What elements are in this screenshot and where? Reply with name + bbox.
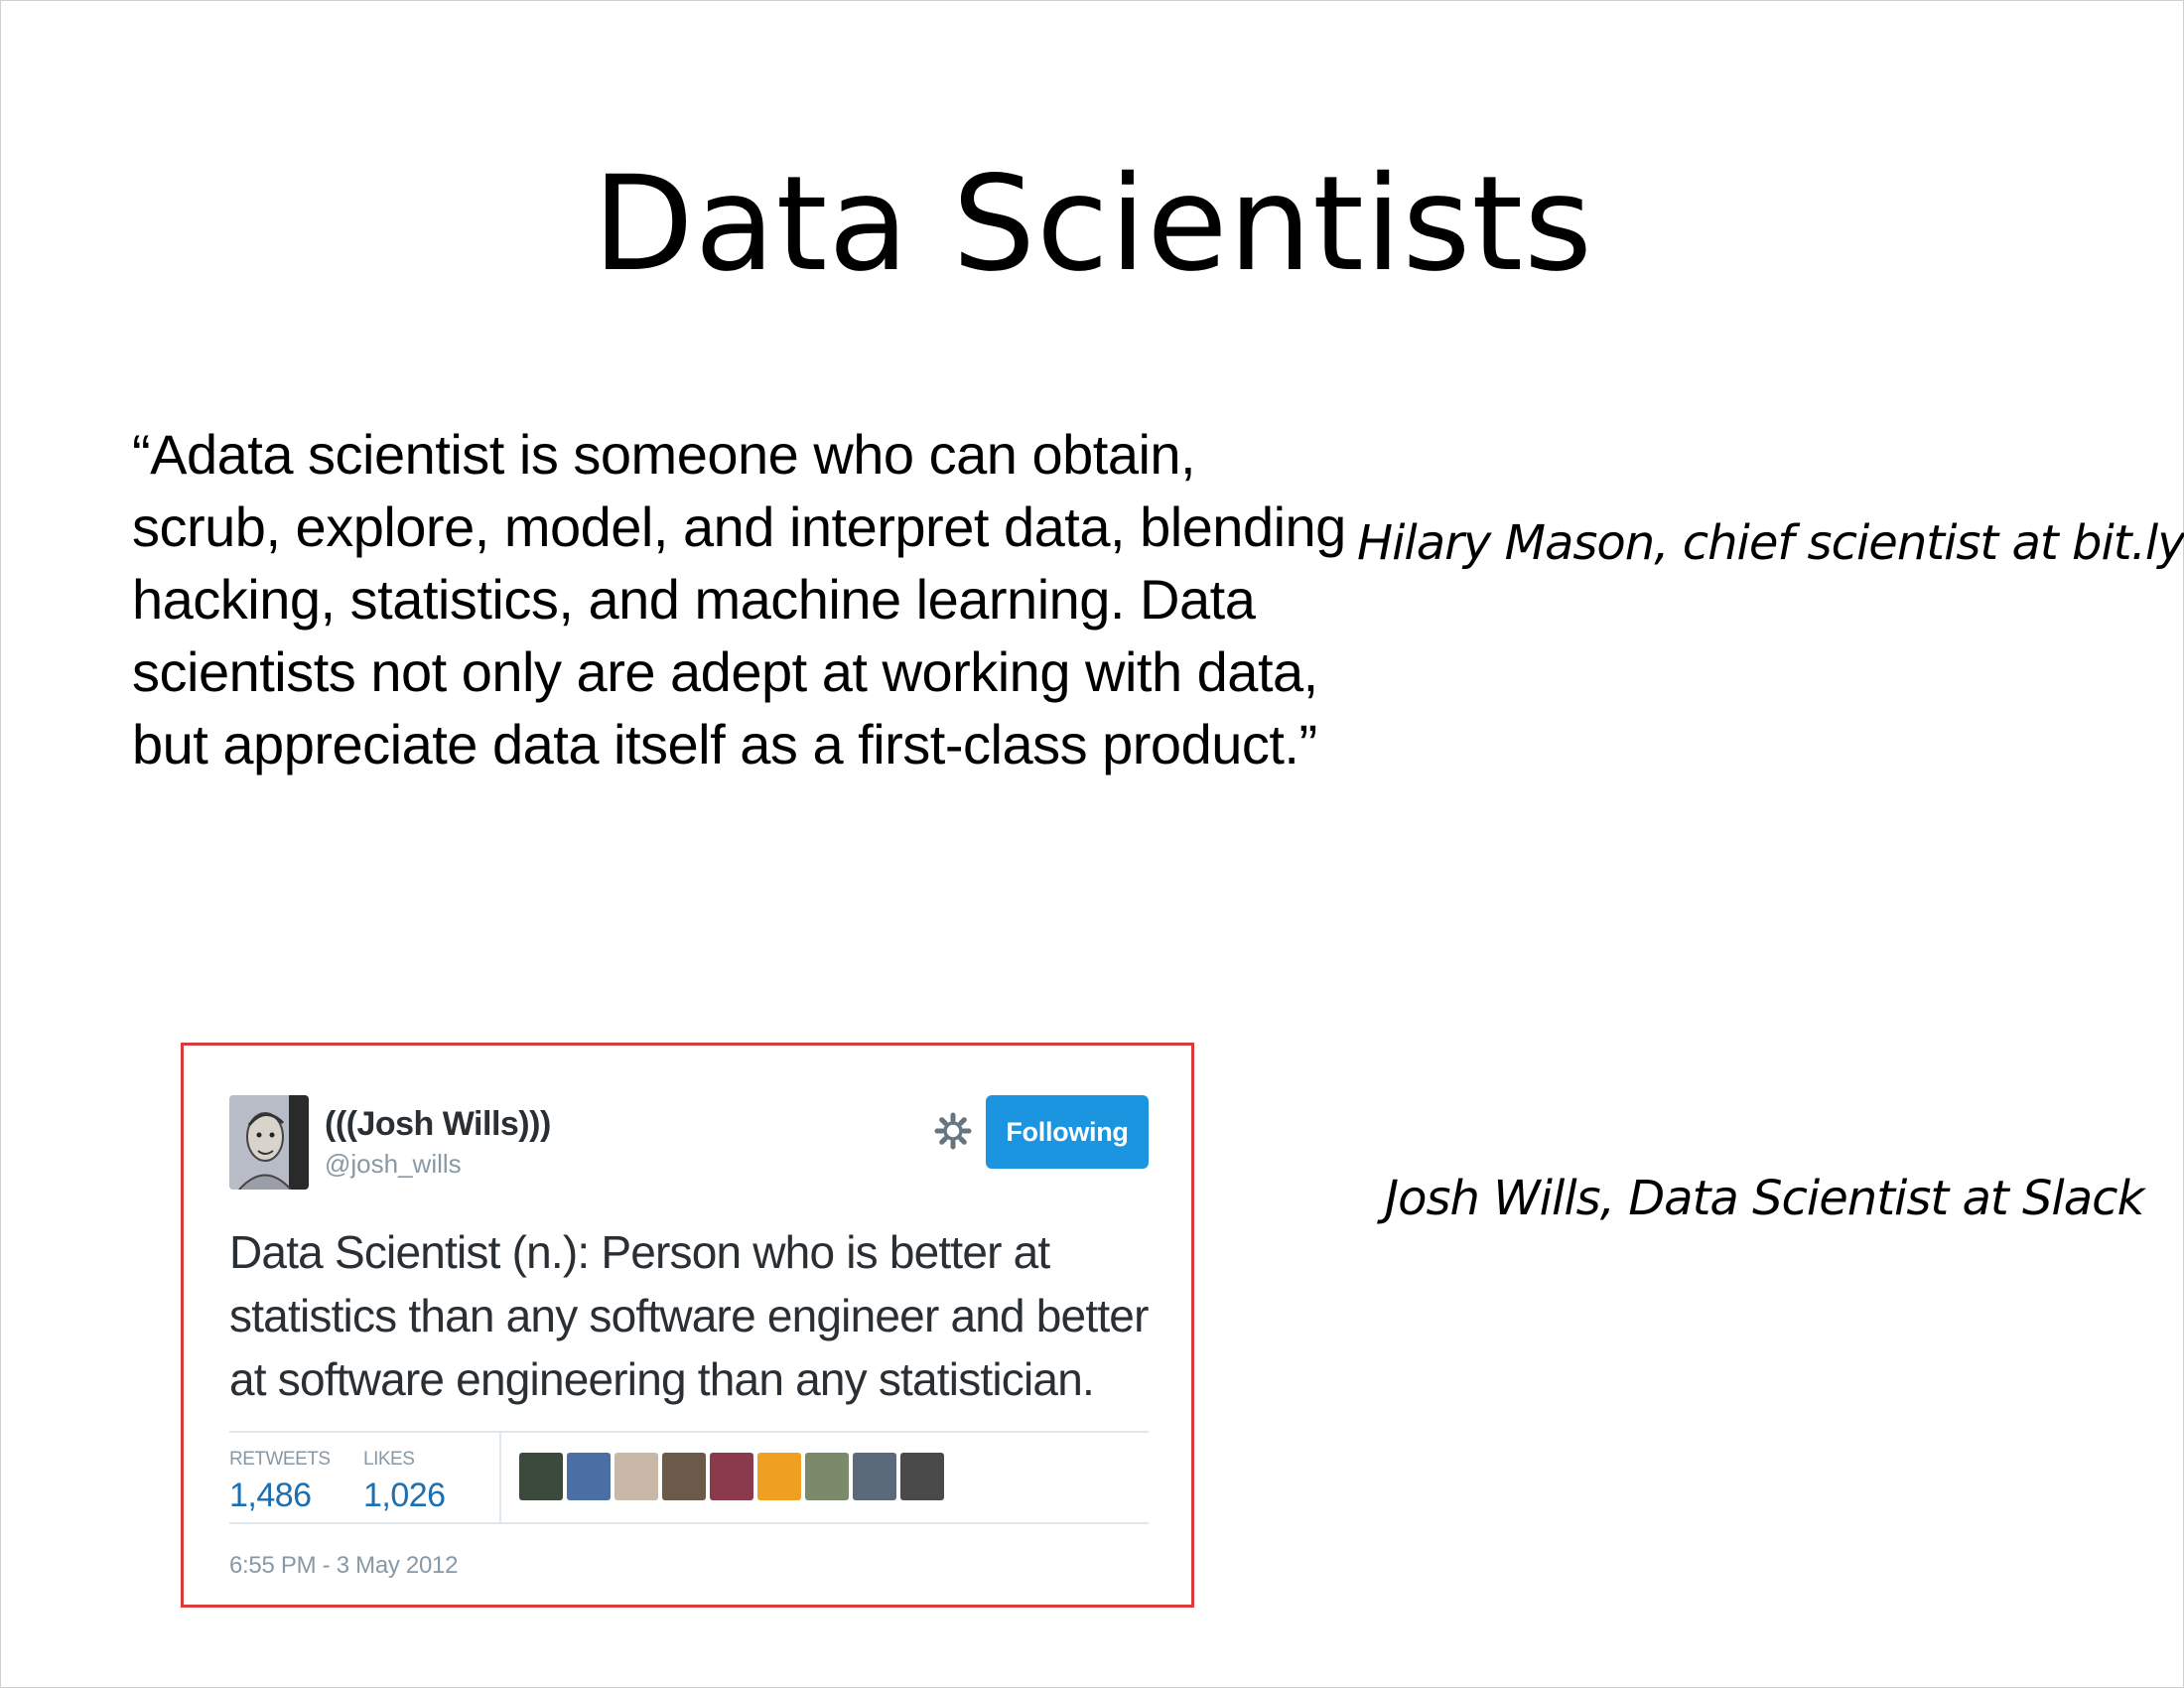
- liker-avatar[interactable]: [900, 1453, 944, 1500]
- liker-avatar[interactable]: [757, 1453, 801, 1500]
- tweet-timestamp[interactable]: 6:55 PM - 3 May 2012: [229, 1552, 458, 1580]
- liker-avatar[interactable]: [567, 1453, 611, 1500]
- avatar-portrait-icon: [229, 1095, 309, 1190]
- attribution-mason: Hilary Mason, chief scientist at bit.ly: [1357, 515, 2184, 571]
- liker-avatars: [519, 1453, 944, 1500]
- slide-title: Data Scientists: [593, 148, 1593, 301]
- liker-avatar[interactable]: [805, 1453, 849, 1500]
- attribution-wills: Josh Wills, Data Scientist at Slack: [1385, 1171, 2144, 1226]
- avatar[interactable]: [229, 1095, 309, 1190]
- tweet-author-handle[interactable]: @josh_wills: [325, 1149, 462, 1180]
- divider: [229, 1522, 1149, 1524]
- likes-label: LIKES: [363, 1449, 415, 1470]
- tweet-author-name[interactable]: (((Josh Wills))): [325, 1105, 551, 1144]
- liker-avatar[interactable]: [710, 1453, 753, 1500]
- divider: [229, 1431, 1149, 1433]
- liker-avatar[interactable]: [853, 1453, 896, 1500]
- following-button[interactable]: Following: [986, 1095, 1149, 1169]
- tweet-text: Data Scientist (n.): Person who is bette…: [229, 1226, 1149, 1405]
- gear-icon[interactable]: [933, 1111, 973, 1151]
- liker-avatar[interactable]: [662, 1453, 706, 1500]
- retweets-label: RETWEETS: [229, 1449, 331, 1470]
- slide: Data Scientists “Adata scientist is some…: [0, 0, 2184, 1688]
- retweets-count[interactable]: 1,486: [229, 1477, 312, 1515]
- liker-avatar[interactable]: [614, 1453, 658, 1500]
- likes-count[interactable]: 1,026: [363, 1477, 446, 1515]
- embedded-tweet: (((Josh Wills))) @josh_wills Following D…: [181, 1043, 1194, 1608]
- divider: [499, 1433, 501, 1522]
- liker-avatar[interactable]: [519, 1453, 563, 1500]
- mason-quote: “Adata scientist is someone who can obta…: [132, 423, 1346, 775]
